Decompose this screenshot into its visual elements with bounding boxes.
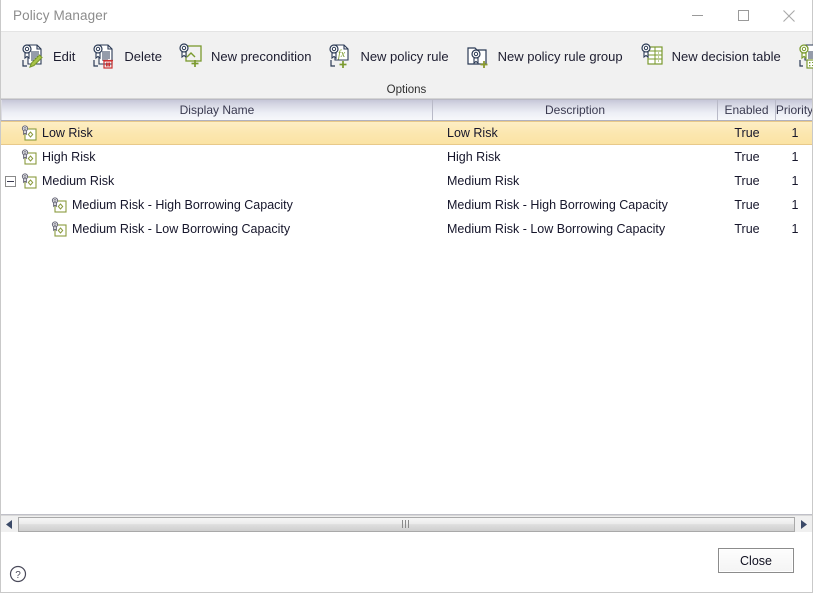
policy-node-icon [51, 221, 67, 237]
toolbar-label: New policy rule group [497, 48, 623, 64]
node-label: Medium Risk - Low Borrowing Capacity [72, 222, 291, 236]
table-row[interactable]: Medium Risk Medium Risk True 1 [1, 169, 812, 193]
close-button-label: Close [740, 553, 772, 568]
cell-priority: 1 [791, 174, 799, 188]
delete-policy-icon [93, 44, 114, 69]
cell-display-name: Medium Risk - High Borrowing Capacity [1, 193, 433, 217]
node-label: Medium Risk [42, 174, 115, 188]
cell-description: Low Risk [447, 126, 498, 140]
policy-node-icon [21, 173, 37, 189]
window-title: Policy Manager [13, 7, 108, 23]
tree-node-icon-wrap [51, 221, 67, 237]
policy-manager-window: Policy Manager Edit Delete New precondit… [0, 0, 813, 593]
toolbar-button-policy-info[interactable]: Policy Info [788, 35, 813, 77]
scroll-right-icon [801, 519, 807, 529]
toolbar-button-new-precondition[interactable]: New precondition [169, 35, 318, 77]
policy-node-icon [21, 149, 37, 165]
scrollbar-thumb[interactable] [18, 516, 795, 532]
policy-info-icon [799, 44, 813, 69]
toolbar-button-edit[interactable]: Edit [11, 35, 82, 77]
cell-description: Medium Risk - Low Borrowing Capacity [447, 222, 666, 236]
toolbar-label: New decision table [671, 48, 781, 64]
edit-policy-icon [22, 44, 43, 68]
cell-priority: 1 [791, 126, 799, 140]
policy-node-icon [51, 197, 67, 213]
tree-node-icon-wrap [21, 125, 37, 141]
toolbar-button-new-policy-rule[interactable]: fx New policy rule [318, 35, 455, 77]
toolbar-button-new-policy-rule-group[interactable]: New policy rule group [456, 35, 630, 77]
minimize-icon [691, 15, 703, 16]
scroll-right-button[interactable] [795, 515, 812, 533]
table-row[interactable]: Medium Risk - High Borrowing Capacity Med… [1, 193, 812, 217]
scroll-left-button[interactable] [1, 515, 18, 533]
cell-display-name: Medium Risk - Low Borrowing Capacity [1, 217, 433, 241]
column-header-priority[interactable]: Priority [776, 100, 812, 120]
cell-enabled: True [734, 174, 760, 188]
close-icon [783, 9, 795, 22]
cell-priority: 1 [791, 198, 799, 212]
tree-node-icon-wrap [51, 197, 67, 213]
options-ribbon-group: Edit Delete New precondition fx New poli… [1, 31, 813, 99]
svg-text:?: ? [15, 570, 21, 581]
horizontal-scrollbar[interactable] [1, 515, 812, 533]
tree-node-icon-wrap [21, 149, 37, 165]
column-header-display_name[interactable]: Display Name [1, 100, 433, 120]
cell-enabled: True [734, 126, 760, 140]
cell-priority: 1 [791, 222, 799, 236]
cell-priority: 1 [791, 150, 799, 164]
cell-enabled: True [734, 198, 760, 212]
table-row[interactable]: High Risk High Risk True 1 [1, 145, 812, 169]
grid-header-row: Display Name Description Enabled Priority [1, 100, 812, 121]
new-policy-rule-icon: fx [329, 44, 349, 68]
node-label: High Risk [42, 150, 96, 164]
svg-text:fx: fx [338, 49, 346, 60]
toolbar-button-delete[interactable]: Delete [82, 35, 169, 77]
cell-enabled: True [734, 150, 760, 164]
policy-grid: Display Name Description Enabled Priority L… [1, 99, 812, 515]
help-icon[interactable]: ? [9, 565, 27, 583]
close-button[interactable]: Close [718, 548, 794, 573]
cell-description: Medium Risk [447, 174, 520, 188]
cell-description: High Risk [447, 150, 501, 164]
new-precondition-icon [179, 43, 202, 67]
policy-node-icon [21, 125, 37, 141]
cell-display-name: High Risk [1, 145, 433, 169]
minimize-button[interactable] [674, 0, 720, 31]
node-label: Medium Risk - High Borrowing Capacity [72, 198, 293, 212]
tree-node-icon-wrap [21, 173, 37, 189]
new-decision-table-icon [641, 43, 663, 65]
cell-enabled: True [734, 222, 760, 236]
maximize-icon [737, 10, 749, 21]
cell-description: Medium Risk - High Borrowing Capacity [447, 198, 668, 212]
toolbar-label: New policy rule [360, 48, 449, 64]
caption-button-group [674, 0, 812, 31]
ribbon-group-caption: Options [386, 84, 427, 96]
table-row[interactable]: Medium Risk - Low Borrowing Capacity Medi… [1, 217, 812, 241]
scroll-left-icon [6, 519, 12, 529]
title-bar: Policy Manager [1, 0, 812, 31]
cell-display-name: Low Risk [1, 122, 433, 144]
cell-display-name: Medium Risk [1, 169, 433, 193]
toolbar-label: New precondition [210, 48, 312, 64]
scrollbar-track[interactable] [18, 515, 795, 533]
toolbar: Edit Delete New precondition fx New poli… [1, 32, 813, 80]
close-button-titlebar[interactable] [766, 0, 812, 31]
toolbar-label: Edit [53, 48, 76, 64]
scroll-grip-icon [402, 520, 411, 528]
maximize-button[interactable] [720, 0, 766, 31]
dialog-footer: ? Close [1, 532, 812, 592]
column-header-description[interactable]: Description [433, 100, 718, 120]
new-policy-rule-group-icon [466, 47, 488, 68]
node-label: Low Risk [42, 126, 93, 140]
toolbar-button-new-decision-table[interactable]: New decision table [630, 35, 788, 77]
grid-body: Low Risk Low Risk True 1 High Risk High Risk… [1, 121, 812, 514]
table-row[interactable]: Low Risk Low Risk True 1 [1, 121, 812, 145]
toolbar-label: Delete [124, 48, 162, 64]
collapse-toggle-icon[interactable] [5, 175, 16, 187]
column-header-enabled[interactable]: Enabled [718, 100, 776, 120]
